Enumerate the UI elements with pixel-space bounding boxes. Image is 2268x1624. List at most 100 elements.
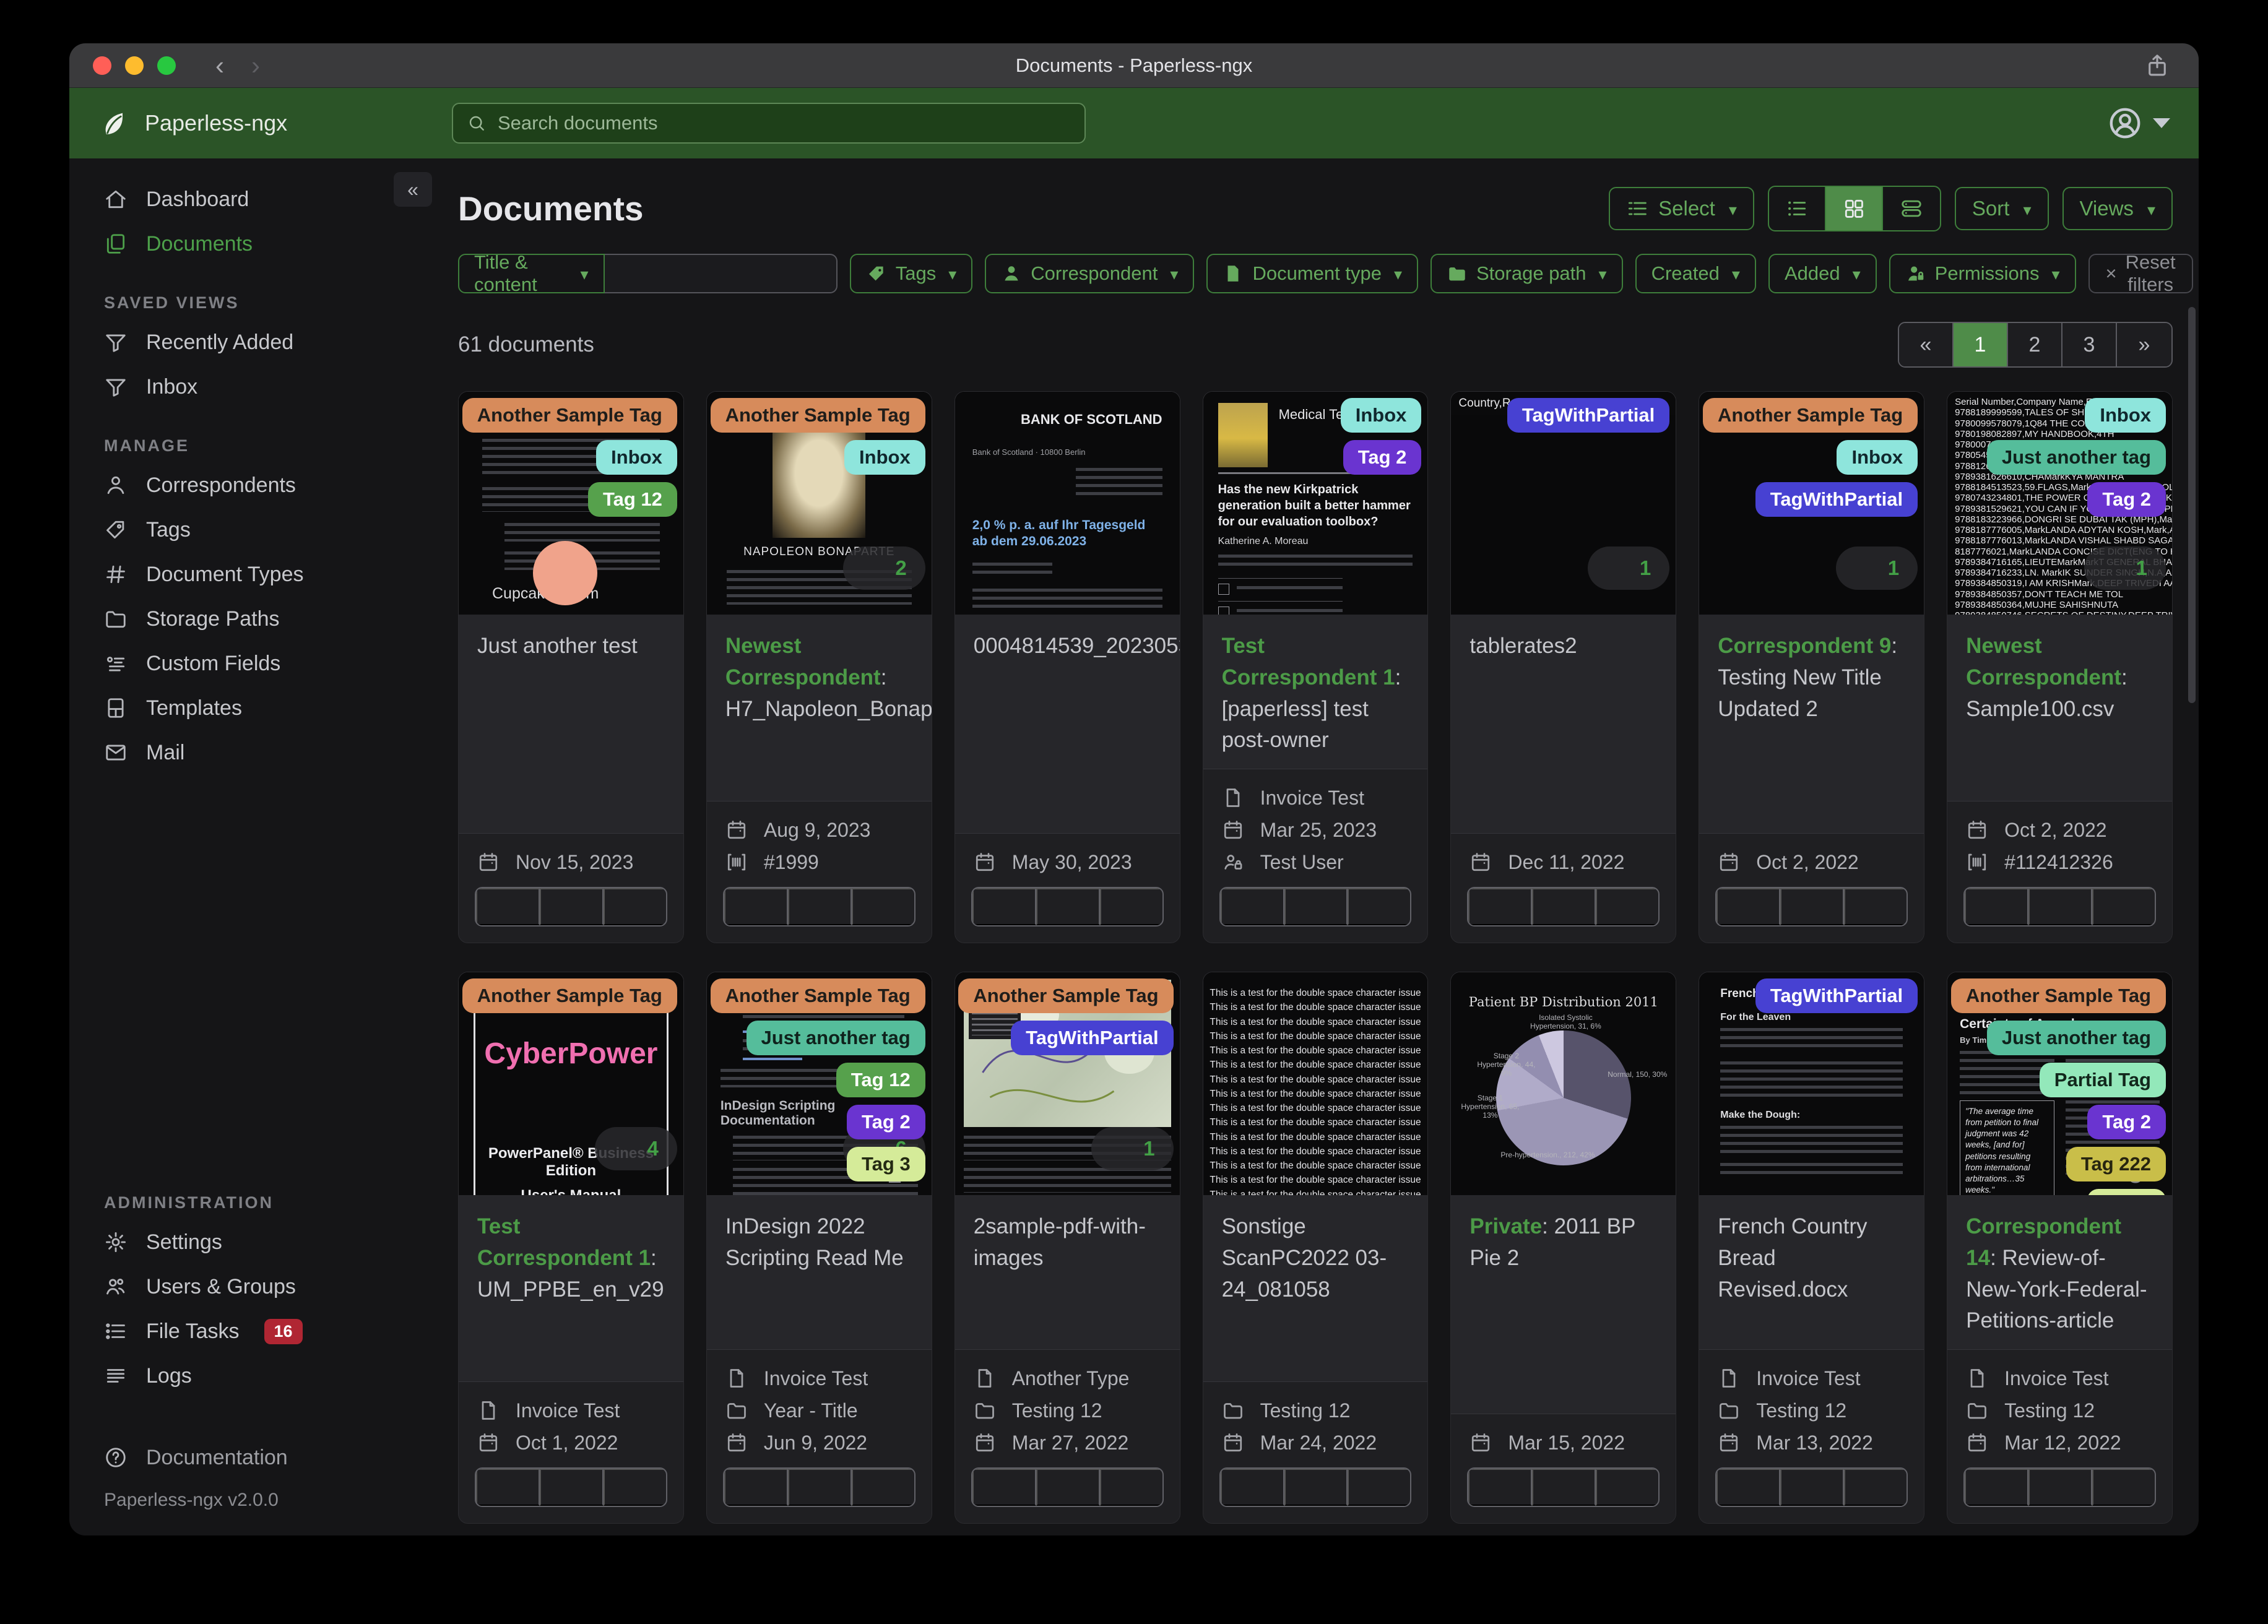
document-thumbnail[interactable]: Country,Region/State,"T TagWithPartial 1 bbox=[1451, 392, 1676, 615]
sidebar-item[interactable]: Document Types bbox=[69, 552, 448, 597]
sidebar-item[interactable]: Recently Added bbox=[69, 320, 448, 365]
tag-pill[interactable]: Tag 2 bbox=[1343, 440, 1422, 475]
title-content-input[interactable] bbox=[604, 255, 836, 292]
download-button[interactable] bbox=[1596, 888, 1659, 925]
tag-pill[interactable]: Partial Tag bbox=[2039, 1063, 2166, 1097]
document-card[interactable]: CyberPowerPowerPanel® Business EditionUs… bbox=[458, 972, 684, 1524]
page-button[interactable]: 2 bbox=[2008, 323, 2062, 366]
download-button[interactable] bbox=[1844, 1469, 1907, 1506]
tag-pill[interactable]: Tag 12 bbox=[836, 1063, 925, 1097]
document-title[interactable]: Private: 2011 BP Pie 2 bbox=[1469, 1211, 1657, 1274]
sidebar-item[interactable]: File Tasks 16 bbox=[69, 1309, 448, 1354]
preview-button[interactable] bbox=[2028, 1469, 2093, 1506]
sidebar-item[interactable]: Custom Fields bbox=[69, 641, 448, 686]
tag-pill[interactable]: Tag 222 bbox=[2066, 1147, 2166, 1181]
filter-chip[interactable]: Storage path bbox=[1430, 254, 1623, 293]
filter-chip[interactable]: Permissions bbox=[1889, 254, 2076, 293]
document-title[interactable]: Newest Correspondent: H7_Napoleon_Bonapa… bbox=[725, 631, 932, 725]
download-button[interactable] bbox=[1099, 1469, 1162, 1506]
download-button[interactable] bbox=[1348, 1469, 1411, 1506]
preview-button[interactable] bbox=[1780, 888, 1845, 925]
tag-pill[interactable]: Tag 3 bbox=[2087, 1189, 2166, 1195]
page-button[interactable]: » bbox=[2117, 323, 2171, 366]
edit-button[interactable] bbox=[972, 1469, 1036, 1506]
document-title[interactable]: Correspondent 9: Testing New Title Updat… bbox=[1718, 631, 1905, 725]
brand[interactable]: Paperless-ngx bbox=[100, 108, 287, 138]
document-thumbnail[interactable]: Boundary Waters Trip Another Sample Tag … bbox=[954, 972, 1180, 1195]
tag-pill[interactable]: Tag 12 bbox=[587, 482, 677, 517]
sidebar-item[interactable]: Correspondents bbox=[69, 463, 448, 508]
sidebar-item-documentation[interactable]: Documentation bbox=[69, 1435, 448, 1480]
document-card[interactable]: one,1.0 five,5.0 Another Sample Tag Inbo… bbox=[1699, 391, 1925, 943]
tag-pill[interactable]: Another Sample Tag bbox=[710, 978, 925, 1013]
edit-button[interactable] bbox=[1220, 888, 1284, 925]
sidebar-item[interactable]: Logs bbox=[69, 1354, 448, 1398]
share-icon[interactable] bbox=[2144, 53, 2170, 79]
document-card[interactable]: Serial Number,Company Name,Employee 9788… bbox=[1947, 391, 2173, 943]
view-detail-button[interactable] bbox=[1883, 187, 1940, 230]
edit-button[interactable] bbox=[724, 888, 788, 925]
document-card[interactable]: Patient BP Distribution 2011 Normal, 150,… bbox=[1450, 972, 1677, 1524]
views-button[interactable]: Views bbox=[2062, 187, 2173, 230]
download-button[interactable] bbox=[603, 1469, 666, 1506]
document-thumbnail[interactable]: Patient BP Distribution 2011 Normal, 150,… bbox=[1451, 972, 1676, 1195]
preview-button[interactable] bbox=[1532, 888, 1596, 925]
download-button[interactable] bbox=[2092, 1469, 2155, 1506]
tag-pill[interactable]: Another Sample Tag bbox=[1703, 398, 1918, 433]
document-card[interactable]: Francja pod rNAPOLEON BONAPARTE Another … bbox=[706, 391, 932, 943]
filter-chip[interactable]: Added bbox=[1768, 254, 1877, 293]
correspondent-link[interactable]: Private bbox=[1469, 1214, 1542, 1238]
preview-button[interactable] bbox=[539, 1469, 604, 1506]
document-title[interactable]: Test Correspondent 1: UM_PPBE_en_v29 bbox=[477, 1211, 665, 1305]
tag-pill[interactable]: Just another tag bbox=[1986, 1021, 2166, 1055]
preview-button[interactable] bbox=[787, 1469, 852, 1506]
document-thumbnail[interactable]: Serial Number,Company Name,Employee 9788… bbox=[1947, 392, 2172, 615]
tag-pill[interactable]: Another Sample Tag bbox=[1950, 978, 2166, 1013]
view-list-button[interactable] bbox=[1769, 187, 1826, 230]
tag-pill[interactable]: Inbox bbox=[844, 440, 925, 475]
sidebar-item[interactable]: Tags bbox=[69, 508, 448, 552]
edit-button[interactable] bbox=[1468, 1469, 1533, 1506]
document-thumbnail[interactable]: Adobe Acrobat PDF FilesCupcake ipsum Ano… bbox=[459, 392, 683, 615]
preview-button[interactable] bbox=[1284, 888, 1348, 925]
preview-button[interactable] bbox=[787, 888, 852, 925]
tag-pill[interactable]: Another Sample Tag bbox=[462, 978, 677, 1013]
tag-pill[interactable]: Inbox bbox=[1837, 440, 1918, 475]
document-title[interactable]: Sonstige ScanPC2022 03-24_081058 bbox=[1222, 1211, 1409, 1305]
document-card[interactable]: Adobe Acrobat PDF FilesCupcake ipsum Ano… bbox=[458, 391, 684, 943]
zoom-window-button[interactable] bbox=[157, 56, 176, 75]
correspondent-link[interactable]: Newest Correspondent bbox=[1966, 634, 2121, 689]
page-button[interactable]: 1 bbox=[1954, 323, 2008, 366]
filter-chip[interactable]: Created bbox=[1635, 254, 1756, 293]
document-title[interactable]: Test Correspondent 1: [paperless] test p… bbox=[1222, 631, 1409, 756]
minimize-window-button[interactable] bbox=[125, 56, 144, 75]
global-search[interactable] bbox=[452, 103, 1086, 144]
tag-pill[interactable]: Tag 2 bbox=[2087, 482, 2166, 517]
tag-pill[interactable]: TagWithPartial bbox=[1755, 482, 1918, 517]
tag-pill[interactable]: TagWithPartial bbox=[1755, 978, 1918, 1013]
tag-pill[interactable]: Tag 3 bbox=[847, 1147, 925, 1181]
tag-pill[interactable]: Inbox bbox=[596, 440, 677, 475]
download-button[interactable] bbox=[851, 1469, 914, 1506]
download-button[interactable] bbox=[603, 888, 666, 925]
document-thumbnail[interactable]: one,1.0 five,5.0 Another Sample Tag Inbo… bbox=[1699, 392, 1924, 615]
filter-chip[interactable]: Document type bbox=[1206, 254, 1418, 293]
document-card[interactable]: Boundary Waters Trip Another Sample Tag … bbox=[954, 972, 1180, 1524]
document-card[interactable]: Medical Teacher Has the new Kirkpatrick g… bbox=[1202, 391, 1429, 943]
document-card[interactable]: Country,Region/State,"T TagWithPartial 1 bbox=[1450, 391, 1677, 943]
page-button[interactable]: 3 bbox=[2062, 323, 2117, 366]
user-menu[interactable] bbox=[2107, 105, 2170, 141]
edit-button[interactable] bbox=[1965, 888, 2029, 925]
tag-pill[interactable]: Tag 2 bbox=[2087, 1105, 2166, 1139]
sidebar-item[interactable]: Storage Paths bbox=[69, 597, 448, 641]
document-title[interactable]: tablerates2 bbox=[1469, 631, 1657, 662]
edit-button[interactable] bbox=[1716, 1469, 1781, 1506]
sidebar-item[interactable]: Settings bbox=[69, 1220, 448, 1264]
document-thumbnail[interactable]: BANK OF SCOTLAND Bank of Scotland · 10800… bbox=[954, 392, 1180, 615]
document-thumbnail[interactable]: This is a test for the double space char… bbox=[1203, 972, 1428, 1195]
page-button[interactable]: « bbox=[1899, 323, 1954, 366]
tag-pill[interactable]: Just another tag bbox=[746, 1021, 925, 1055]
view-grid-button[interactable] bbox=[1825, 187, 1883, 230]
back-button[interactable]: ‹ bbox=[215, 51, 224, 80]
filter-chip[interactable]: Tags bbox=[849, 254, 973, 293]
